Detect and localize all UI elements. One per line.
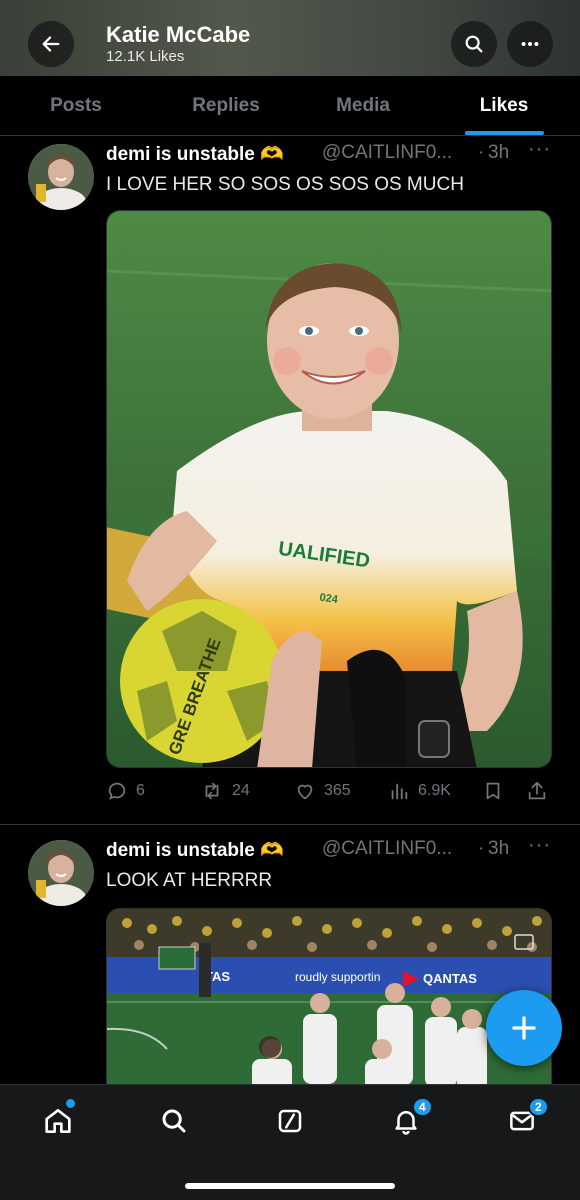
tweet-more-button[interactable]: ···: [528, 138, 551, 161]
tweet-time: 3h: [488, 838, 510, 859]
ad-board-text: roudly supportin: [295, 970, 380, 984]
avatar[interactable]: [28, 144, 94, 210]
active-tab-indicator: [465, 131, 544, 135]
separator-dot: ·: [478, 838, 485, 859]
repost-button[interactable]: 24: [200, 780, 250, 802]
like-button[interactable]: 365: [294, 780, 351, 802]
author-handle[interactable]: @CAITLINF0...: [322, 838, 452, 860]
author-name[interactable]: demi is unstable 🫶: [106, 838, 284, 862]
likes-count: 12.1K Likes: [106, 48, 185, 65]
home-unread-dot: [66, 1099, 75, 1108]
tweet-actions: 6 24 365 6.9K: [106, 780, 552, 810]
more-button[interactable]: [507, 21, 553, 67]
plus-icon: [512, 1016, 536, 1040]
heart-icon: [297, 784, 313, 800]
views-icon: [391, 783, 408, 800]
views-count: 6.9K: [418, 782, 451, 799]
tweet-photo[interactable]: UALIFIED 024 GRE BREATHE: [106, 210, 552, 768]
reply-icon: [108, 782, 126, 800]
profile-header: Katie McCabe 12.1K Likes: [0, 0, 580, 76]
home-icon: [45, 1109, 71, 1133]
compose-post-button[interactable]: [486, 990, 562, 1066]
nav-grok[interactable]: [270, 1101, 310, 1141]
tab-posts[interactable]: Posts: [18, 76, 134, 136]
views-button[interactable]: 6.9K: [388, 780, 451, 802]
like-count: 365: [324, 782, 351, 799]
reply-count: 6: [136, 782, 145, 799]
messages-badge: 2: [528, 1097, 549, 1117]
nav-search[interactable]: [154, 1101, 194, 1141]
tab-likes[interactable]: Likes: [446, 76, 562, 136]
reply-button[interactable]: 6: [106, 780, 145, 802]
back-button[interactable]: [28, 21, 74, 67]
search-icon: [465, 35, 483, 53]
tweet-text: I LOVE HER SO SOS OS SOS OS MUCH: [106, 174, 464, 195]
tweet-time: 3h: [488, 142, 510, 163]
search-icon: [162, 1109, 186, 1133]
tab-replies[interactable]: Replies: [168, 76, 284, 136]
profile-name: Katie McCabe: [106, 22, 251, 47]
profile-tabs: Posts Replies Media Likes: [0, 76, 580, 136]
bookmark-button[interactable]: [482, 780, 504, 802]
repost-count: 24: [232, 782, 250, 799]
tweet-video[interactable]: TAS roudly supportin QANTAS: [106, 908, 552, 1098]
avatar[interactable]: [28, 840, 94, 906]
tweet-divider: [0, 824, 580, 825]
tweet-text: LOOK AT HERRRR: [106, 870, 273, 891]
repost-icon: [205, 782, 219, 800]
notifications-badge: 4: [412, 1097, 433, 1117]
home-indicator: [185, 1183, 395, 1189]
author-handle[interactable]: @CAITLINF0...: [322, 142, 452, 164]
author-name[interactable]: demi is unstable 🫶: [106, 142, 284, 166]
share-icon: [528, 781, 546, 800]
tab-media[interactable]: Media: [305, 76, 421, 136]
grok-icon: [278, 1109, 302, 1133]
search-button[interactable]: [451, 21, 497, 67]
separator-dot: ·: [478, 142, 485, 163]
ad-board-brand: QANTAS: [423, 971, 477, 986]
tweet[interactable]: demi is unstable 🫶 @CAITLINF0... · 3h ··…: [0, 136, 580, 824]
bookmark-icon: [486, 782, 500, 800]
share-button[interactable]: [526, 780, 548, 802]
more-icon: [521, 41, 539, 47]
arrow-left-icon: [42, 36, 60, 52]
tweet-more-button[interactable]: ···: [528, 834, 551, 857]
